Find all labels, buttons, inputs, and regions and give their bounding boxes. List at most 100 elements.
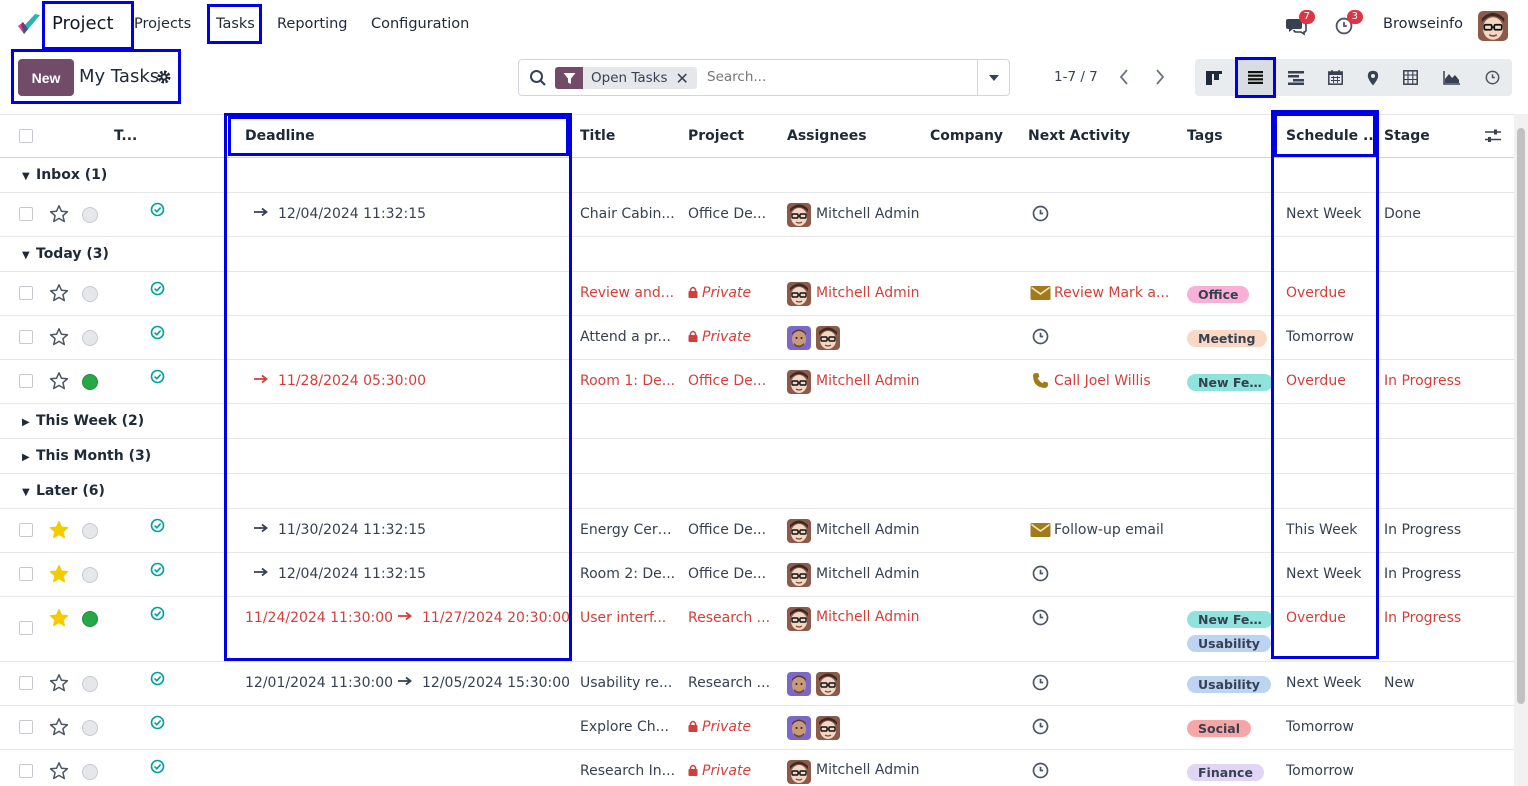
- column-header-assignees[interactable]: Assignees: [787, 128, 867, 144]
- view-activity[interactable]: [1473, 59, 1511, 96]
- scrollbar-thumb[interactable]: [1517, 128, 1525, 704]
- row-checkbox[interactable]: [19, 286, 33, 300]
- user-avatar[interactable]: [1478, 11, 1508, 41]
- column-header-company[interactable]: Company: [930, 128, 1003, 144]
- select-all-checkbox[interactable]: [19, 129, 33, 143]
- view-list[interactable]: [1236, 59, 1274, 96]
- clock-icon[interactable]: [1032, 674, 1049, 691]
- search-input[interactable]: [707, 69, 967, 85]
- project-app-icon[interactable]: [16, 12, 42, 38]
- view-graph[interactable]: [1432, 59, 1470, 96]
- envelope-icon[interactable]: [1030, 522, 1051, 538]
- row-checkbox[interactable]: [19, 207, 33, 221]
- column-header-project[interactable]: Project: [688, 128, 744, 144]
- menu-projects[interactable]: Projects: [134, 16, 191, 32]
- clock-icon[interactable]: [1032, 205, 1049, 222]
- gear-icon[interactable]: [156, 69, 172, 85]
- check-circle-icon[interactable]: [150, 562, 165, 577]
- group-row-later[interactable]: ▼ Later (6): [0, 474, 1514, 509]
- kanban-state-icon[interactable]: [82, 523, 98, 539]
- table-row[interactable]: 11/24/2024 11:30:00 11/27/2024 20:30:00 …: [0, 597, 1514, 662]
- column-header-schedule[interactable]: Schedule ...: [1286, 128, 1379, 144]
- star-icon[interactable]: [49, 608, 69, 628]
- check-circle-icon[interactable]: [150, 369, 165, 384]
- table-row[interactable]: Research In... Private Mitchell Admin Fi…: [0, 750, 1514, 786]
- new-button[interactable]: New: [18, 59, 74, 96]
- pager-previous[interactable]: [1109, 62, 1139, 92]
- activity-cell[interactable]: Call Joel Willis: [1054, 373, 1174, 389]
- view-map[interactable]: [1354, 59, 1392, 96]
- scrollbar[interactable]: [1514, 114, 1528, 786]
- star-icon[interactable]: [49, 520, 69, 540]
- check-circle-icon[interactable]: [150, 671, 165, 686]
- envelope-icon[interactable]: [1030, 285, 1051, 301]
- clock-icon[interactable]: [1032, 718, 1049, 735]
- clock-icon[interactable]: [1032, 328, 1049, 345]
- menu-reporting[interactable]: Reporting: [277, 16, 348, 32]
- kanban-state-icon[interactable]: [82, 207, 98, 223]
- table-row[interactable]: Explore Ch... Private Social Tomorrow: [0, 706, 1514, 750]
- row-checkbox[interactable]: [19, 523, 33, 537]
- kanban-state-icon[interactable]: [82, 676, 98, 692]
- star-icon[interactable]: [49, 564, 69, 584]
- star-icon[interactable]: [49, 761, 69, 781]
- search-options-toggle[interactable]: [977, 60, 1009, 95]
- table-row[interactable]: Review and... Private Mitchell Admin Rev…: [0, 272, 1514, 316]
- kanban-state-icon[interactable]: [82, 720, 98, 736]
- clock-icon[interactable]: [1032, 565, 1049, 582]
- star-icon[interactable]: [49, 204, 69, 224]
- pager-value[interactable]: 1-7 / 7: [1054, 69, 1098, 85]
- check-circle-icon[interactable]: [150, 715, 165, 730]
- app-name[interactable]: Project: [52, 13, 114, 34]
- row-checkbox[interactable]: [19, 374, 33, 388]
- star-icon[interactable]: [49, 371, 69, 391]
- view-kanban[interactable]: [1195, 59, 1233, 96]
- messages-button[interactable]: 7: [1285, 10, 1315, 36]
- kanban-state-icon[interactable]: [82, 374, 98, 390]
- kanban-state-icon[interactable]: [82, 567, 98, 583]
- facet-remove-icon[interactable]: ✕: [676, 69, 697, 88]
- group-row-today[interactable]: ▼ Today (3): [0, 237, 1514, 272]
- row-checkbox[interactable]: [19, 676, 33, 690]
- row-checkbox[interactable]: [19, 720, 33, 734]
- view-calendar[interactable]: [1316, 59, 1354, 96]
- star-icon[interactable]: [49, 283, 69, 303]
- group-row-inbox[interactable]: ▼ Inbox (1): [0, 158, 1514, 193]
- kanban-state-icon[interactable]: [82, 286, 98, 302]
- table-row[interactable]: 12/01/2024 11:30:00 12/05/2024 15:30:00 …: [0, 662, 1514, 706]
- check-circle-icon[interactable]: [150, 202, 165, 217]
- group-row-this-month[interactable]: ▶ This Month (3): [0, 439, 1514, 474]
- star-icon[interactable]: [49, 717, 69, 737]
- column-header-deadline[interactable]: Deadline: [245, 128, 315, 144]
- row-checkbox[interactable]: [19, 330, 33, 344]
- menu-configuration[interactable]: Configuration: [371, 16, 469, 32]
- activity-cell[interactable]: Follow-up email: [1054, 522, 1174, 538]
- clock-icon[interactable]: [1032, 609, 1049, 626]
- row-checkbox[interactable]: [19, 621, 33, 635]
- kanban-state-icon[interactable]: [82, 330, 98, 346]
- star-icon[interactable]: [49, 673, 69, 693]
- view-gantt[interactable]: [1277, 59, 1315, 96]
- check-circle-icon[interactable]: [150, 606, 165, 621]
- search-icon[interactable]: [529, 69, 547, 87]
- column-header-title[interactable]: Title: [580, 128, 615, 144]
- column-header-next-activity[interactable]: Next Activity: [1028, 128, 1130, 144]
- kanban-state-icon[interactable]: [82, 764, 98, 780]
- clock-icon[interactable]: [1032, 762, 1049, 779]
- menu-tasks[interactable]: Tasks: [216, 16, 255, 32]
- table-row[interactable]: 12/04/2024 11:32:15 Chair Cabin... Offic…: [0, 193, 1514, 237]
- check-circle-icon[interactable]: [150, 518, 165, 533]
- column-header-priority[interactable]: T...: [114, 128, 137, 144]
- check-circle-icon[interactable]: [150, 281, 165, 296]
- company-switcher[interactable]: Browseinfo: [1383, 16, 1463, 32]
- table-row[interactable]: Attend a pr... Private Meeting Tomorrow: [0, 316, 1514, 360]
- kanban-state-icon[interactable]: [82, 611, 98, 627]
- activity-cell[interactable]: Review Mark a...: [1054, 285, 1174, 301]
- view-pivot[interactable]: [1391, 59, 1429, 96]
- phone-icon[interactable]: [1032, 372, 1049, 389]
- activities-button[interactable]: 3: [1335, 10, 1363, 36]
- group-row-this-week[interactable]: ▶ This Week (2): [0, 404, 1514, 439]
- check-circle-icon[interactable]: [150, 759, 165, 774]
- table-row[interactable]: 11/30/2024 11:32:15 Energy Cert... Offic…: [0, 509, 1514, 553]
- row-checkbox[interactable]: [19, 567, 33, 581]
